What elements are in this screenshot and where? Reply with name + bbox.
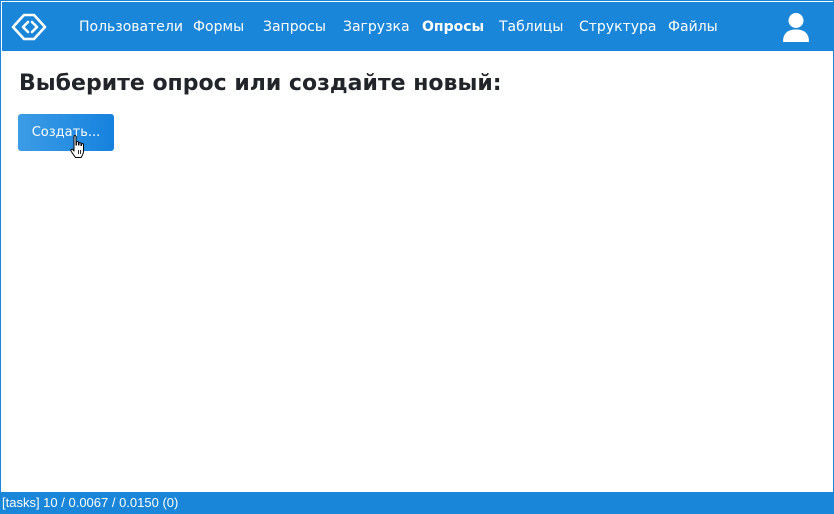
nav-item-users[interactable]: Пользователи bbox=[79, 18, 183, 36]
create-survey-button[interactable]: Создать... bbox=[18, 114, 114, 151]
nav-item-queries[interactable]: Запросы bbox=[263, 18, 326, 36]
nav-item-surveys[interactable]: Опросы bbox=[422, 18, 484, 36]
page-title: Выберите опрос или создайте новый: bbox=[19, 71, 502, 96]
user-icon[interactable] bbox=[782, 12, 810, 43]
nav-item-upload[interactable]: Загрузка bbox=[343, 18, 410, 36]
hand-cursor-icon bbox=[69, 134, 89, 160]
nav-item-structure[interactable]: Структура bbox=[579, 18, 656, 36]
nav-item-files[interactable]: Файлы bbox=[668, 18, 718, 36]
logo-icon[interactable] bbox=[10, 12, 50, 42]
status-bar: [tasks] 10 / 0.0067 / 0.0150 (0) bbox=[0, 492, 834, 514]
app-window: Пользователи Формы Запросы Загрузка Опро… bbox=[0, 0, 834, 514]
nav-item-tables[interactable]: Таблицы bbox=[499, 18, 563, 36]
top-navbar: Пользователи Формы Запросы Загрузка Опро… bbox=[2, 2, 834, 51]
nav-item-forms[interactable]: Формы bbox=[193, 18, 244, 36]
